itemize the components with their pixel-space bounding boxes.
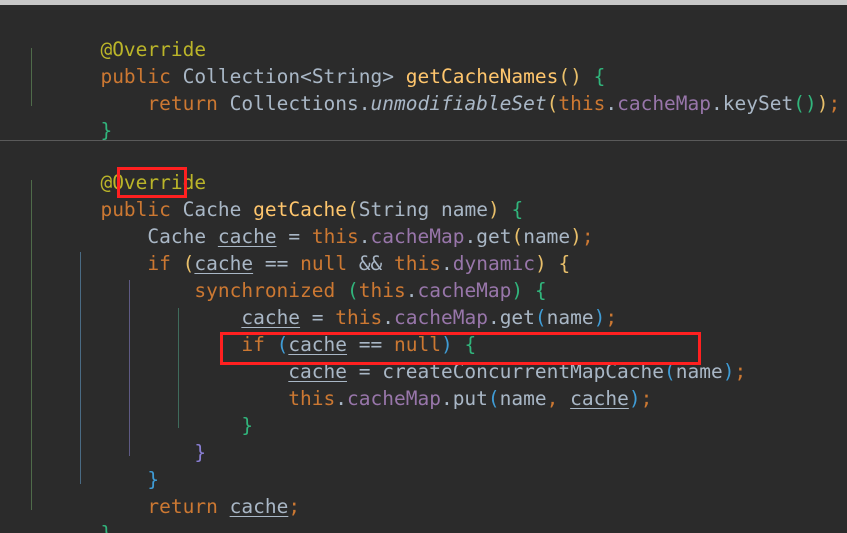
code-line[interactable]: } bbox=[0, 412, 847, 464]
window-top-strip bbox=[0, 0, 847, 5]
code-line[interactable]: Cache cache = this.cacheMap.get(name); bbox=[0, 196, 847, 248]
code-line[interactable]: if (cache == null && this.dynamic) { bbox=[0, 223, 847, 275]
code-line[interactable]: cache = this.cacheMap.get(name); bbox=[0, 277, 847, 329]
code-line[interactable]: @Override bbox=[0, 142, 847, 194]
indent-guide bbox=[31, 180, 32, 510]
code-line[interactable]: public Collection<String> getCacheNames(… bbox=[0, 36, 847, 88]
code-line[interactable]: } bbox=[0, 439, 847, 491]
code-line[interactable]: @Override bbox=[0, 9, 847, 61]
brace-close: } bbox=[100, 119, 113, 142]
code-line[interactable]: synchronized (this.cacheMap) { bbox=[0, 250, 847, 302]
code-line[interactable]: } bbox=[0, 90, 847, 142]
indent-guide bbox=[129, 280, 130, 456]
code-block-get-cache[interactable]: @Override public Cache getCache(String n… bbox=[0, 142, 847, 533]
code-line[interactable]: if (cache == null) { bbox=[0, 304, 847, 356]
brace-close: } bbox=[100, 522, 112, 533]
code-editor-screenshot: @Override public Collection<String> getC… bbox=[0, 0, 847, 533]
code-line[interactable]: public Cache getCache(String name) { bbox=[0, 169, 847, 221]
code-line-highlighted[interactable]: cache = createConcurrentMapCache(name); bbox=[0, 331, 847, 383]
code-block-get-cache-names[interactable]: @Override public Collection<String> getC… bbox=[0, 9, 847, 142]
code-line[interactable]: return Collections.unmodifiableSet(this.… bbox=[0, 63, 847, 115]
indent-guide bbox=[80, 252, 81, 484]
indent-guide bbox=[178, 308, 179, 428]
indent-guide bbox=[31, 48, 32, 106]
code-line[interactable]: this.cacheMap.put(name, cache); bbox=[0, 358, 847, 410]
code-line[interactable]: } bbox=[0, 385, 847, 437]
code-block-divider bbox=[0, 140, 847, 141]
code-line[interactable]: } bbox=[0, 493, 847, 533]
code-line[interactable]: return cache; bbox=[0, 466, 847, 518]
